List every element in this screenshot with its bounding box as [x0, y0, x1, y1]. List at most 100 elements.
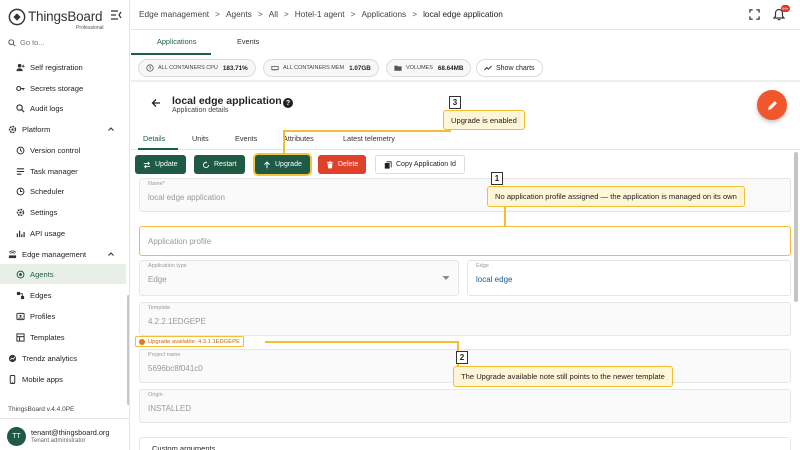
breadcrumb-item[interactable]: All — [269, 9, 278, 19]
sidebar: ThingsBoard Professional Go to... Self r… — [0, 0, 130, 450]
sidebar-item-scheduler[interactable]: Scheduler — [0, 181, 126, 201]
sidebar-item-edge-management[interactable]: Edge management — [0, 244, 126, 264]
detail-tab-indicator — [138, 148, 178, 150]
breadcrumb-separator: > — [215, 9, 220, 19]
tab-indicator — [131, 53, 211, 55]
breadcrumb-item[interactable]: Edge management — [139, 9, 209, 19]
sidebar-item-label: Edge management — [22, 249, 87, 259]
tab-details[interactable]: Details — [143, 134, 165, 143]
tab-events[interactable]: Events — [237, 37, 259, 46]
update-label: Update — [155, 161, 178, 168]
callout-2: The Upgrade available note still points … — [453, 366, 673, 387]
avatar: TT — [7, 427, 26, 446]
breadcrumb-item[interactable]: Agents — [226, 9, 252, 19]
sidebar-item-version-control[interactable]: Version control — [0, 140, 126, 160]
copy-application-id-button[interactable]: Copy Application Id — [375, 155, 465, 174]
origin-field[interactable]: Origin INSTALLED — [139, 389, 791, 423]
logo[interactable]: ThingsBoard Professional — [8, 6, 126, 31]
show-charts-button[interactable]: Show charts — [476, 59, 543, 77]
notification-badge: 99+ — [781, 5, 790, 12]
sidebar-item-trendz-analytics[interactable]: Trendz analytics — [0, 348, 126, 368]
sidebar-item-label: Self registration — [30, 62, 83, 72]
restart-button[interactable]: Restart — [194, 155, 245, 174]
breadcrumb-separator: > — [350, 9, 356, 19]
dropdown-arrow-icon — [442, 276, 450, 280]
cpu-label: ALL CONTAINERS CPU — [158, 65, 218, 71]
sidebar-item-profiles[interactable]: Profiles — [0, 306, 126, 326]
tab-applications[interactable]: Applications — [157, 37, 196, 46]
gear-icon — [8, 125, 17, 133]
restart-icon — [202, 160, 210, 168]
fullscreen-icon[interactable] — [749, 9, 760, 20]
cpu-stat-chip: ALL CONTAINERS CPU 183.71% — [138, 59, 256, 77]
user-email: tenant@thingsboard.org — [31, 428, 110, 437]
name-value: local edge application — [148, 193, 225, 202]
router-icon — [8, 249, 17, 258]
topbar: Edge management > Agents > All > Hotel-1 agent… — [131, 0, 800, 30]
panel-scrollbar[interactable] — [794, 152, 798, 302]
app-root: ThingsBoard Professional Go to... Self r… — [0, 0, 800, 450]
tab-attributes[interactable]: Attributes — [283, 134, 314, 143]
gear-icon — [16, 208, 25, 216]
goto-search[interactable]: Go to... — [8, 38, 45, 47]
back-arrow-icon[interactable] — [151, 98, 161, 108]
help-icon[interactable]: ? — [283, 98, 293, 108]
edge-field[interactable]: Edge local edge — [467, 260, 791, 296]
menu-collapse-icon[interactable] — [110, 9, 122, 21]
chart-icon — [16, 230, 25, 237]
sidebar-item-mobile-apps[interactable]: Mobile apps — [0, 369, 126, 389]
user-panel[interactable]: TT tenant@thingsboard.org Tenant adminis… — [0, 418, 129, 450]
detail-tabs: Details Units Events Attributes Latest t… — [131, 128, 800, 150]
phone-icon — [9, 374, 16, 384]
swap-icon — [143, 160, 151, 169]
pencil-icon — [767, 100, 777, 110]
update-button[interactable]: Update — [135, 155, 186, 174]
stats-bar: ALL CONTAINERS CPU 183.71% ALL CONTAINERS… — [131, 57, 800, 79]
breadcrumb-item[interactable]: Hotel-1 agent — [295, 9, 345, 19]
sidebar-item-settings[interactable]: Settings — [0, 202, 126, 222]
application-type-select[interactable]: Application type Edge — [139, 260, 459, 296]
edit-fab-button[interactable] — [757, 90, 787, 120]
sidebar-item-label: Agents — [30, 269, 54, 279]
callout-number-1: 1 — [491, 172, 503, 185]
sidebar-item-templates[interactable]: Templates — [0, 327, 126, 347]
origin-label: Origin — [148, 392, 163, 398]
sidebar-scrollbar[interactable] — [127, 295, 129, 405]
sidebar-item-platform[interactable]: Platform — [0, 119, 126, 139]
sidebar-item-task-manager[interactable]: Task manager — [0, 161, 126, 181]
user-role: Tenant administrator — [31, 438, 86, 444]
app-version: ThingsBoard v.4.4.0PE — [8, 406, 75, 413]
application-profile-field[interactable]: Application profile — [139, 226, 791, 256]
template-field[interactable]: Template 4.2.2.1EDGEPE — [139, 302, 791, 336]
tab-latest-telemetry[interactable]: Latest telemetry — [343, 134, 395, 143]
sidebar-item-label: Task manager — [30, 166, 78, 176]
edge-link[interactable]: local edge — [476, 275, 512, 284]
sidebar-item-api-usage[interactable]: API usage — [0, 223, 126, 243]
sidebar-item-secrets-storage[interactable]: Secrets storage — [0, 78, 126, 98]
breadcrumb-item[interactable]: Applications — [361, 9, 406, 19]
tab-units[interactable]: Units — [192, 134, 209, 143]
search-icon — [8, 39, 16, 47]
sidebar-item-agents[interactable]: Agents — [0, 264, 126, 284]
sidebar-item-label: API usage — [30, 228, 66, 238]
profile-icon — [16, 312, 25, 320]
trash-icon — [327, 160, 333, 168]
mem-value: 1.07GB — [349, 64, 371, 72]
memory-icon — [271, 66, 279, 71]
app-name: ThingsBoard — [28, 9, 103, 24]
sidebar-item-audit-logs[interactable]: Audit logs — [0, 98, 126, 118]
tab-events[interactable]: Events — [235, 134, 257, 143]
custom-arguments-section[interactable]: Custom arguments — [139, 437, 791, 450]
upgrade-button[interactable]: Upgrade — [255, 155, 310, 174]
volumes-stat-chip: VOLUMES 68.64MB — [386, 59, 472, 77]
project-name-label: Project name — [148, 352, 181, 358]
delete-button[interactable]: Delete — [318, 155, 367, 174]
edge-icon — [16, 291, 25, 299]
sidebar-item-self-registration[interactable]: Self registration — [0, 57, 126, 77]
breadcrumb-current: local edge application — [423, 9, 503, 19]
mem-label: ALL CONTAINERS MEM — [283, 65, 345, 71]
sidebar-item-edges[interactable]: Edges — [0, 285, 126, 305]
goto-placeholder: Go to... — [20, 38, 45, 47]
task-icon — [16, 167, 25, 175]
target-icon — [16, 270, 25, 278]
